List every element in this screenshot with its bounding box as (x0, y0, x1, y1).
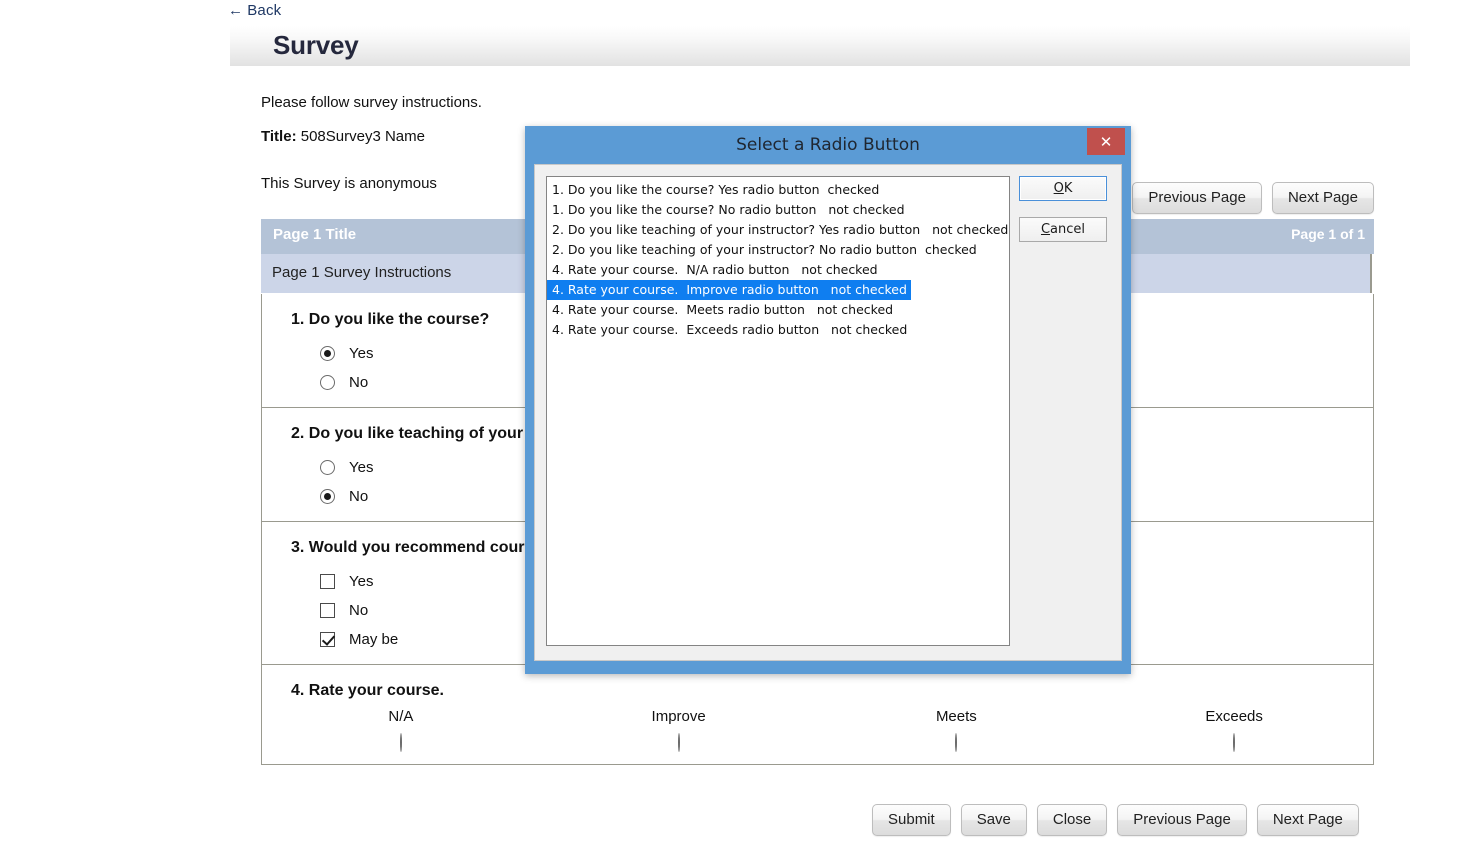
checkbox-icon-q3-yes[interactable] (320, 574, 335, 589)
back-arrow-icon: ← (228, 2, 244, 19)
option-label: No (349, 374, 369, 391)
save-button[interactable]: Save (960, 804, 1027, 836)
radio-icon-q4-na[interactable] (399, 733, 402, 752)
dialog-title: Select a Radio Button (736, 135, 920, 155)
list-item[interactable]: 4. Rate your course. Meets radio button … (547, 300, 1009, 320)
rating-cell[interactable]: N/A (262, 708, 540, 752)
dialog-titlebar[interactable]: Select a Radio Button ✕ (525, 126, 1131, 164)
survey-title-value: 508Survey3 Name (300, 128, 425, 145)
submit-button[interactable]: Submit (872, 804, 951, 836)
previous-page-button-top[interactable]: Previous Page (1132, 182, 1262, 214)
survey-title-row: Title: 508Survey3 Name (261, 128, 425, 145)
survey-title-label: Title: (261, 128, 297, 145)
checkbox-icon-q3-no[interactable] (320, 603, 335, 618)
list-item[interactable]: 2. Do you like teaching of your instruct… (547, 240, 1009, 260)
survey-anonymous-text: This Survey is anonymous (261, 175, 437, 192)
radio-icon-q4-meets[interactable] (955, 733, 958, 752)
radio-icon-q1-yes[interactable] (320, 346, 335, 361)
checkbox-icon-q3-maybe[interactable] (320, 632, 335, 647)
question-block-4: 4. Rate your course. N/A Improve Meets E… (262, 665, 1373, 764)
page-title: Survey (273, 30, 359, 60)
option-label: No (349, 488, 369, 505)
list-item[interactable]: 1. Do you like the course? No radio butt… (547, 200, 1009, 220)
list-item[interactable]: 1. Do you like the course? Yes radio but… (547, 180, 1009, 200)
rating-label: N/A (388, 708, 414, 725)
rating-cell[interactable]: Improve (540, 708, 818, 752)
page-counter-label: Page 1 of 1 (1291, 226, 1365, 242)
list-item[interactable]: 4. Rate your course. Improve radio butto… (547, 280, 911, 300)
radio-icon-q2-yes[interactable] (320, 460, 335, 475)
rating-cell[interactable]: Meets (818, 708, 1096, 752)
cancel-button[interactable]: Cancel (1019, 217, 1107, 242)
list-item[interactable]: 4. Rate your course. N/A radio button no… (547, 260, 1009, 280)
option-label: No (349, 602, 369, 619)
radio-button-listbox[interactable]: 1. Do you like the course? Yes radio but… (546, 176, 1010, 646)
option-label: Yes (349, 573, 374, 590)
footer-buttons: Submit Save Close Previous Page Next Pag… (872, 804, 1359, 836)
option-label: May be (349, 631, 399, 648)
ok-button[interactable]: OK (1019, 176, 1107, 201)
previous-page-button-bottom[interactable]: Previous Page (1117, 804, 1247, 836)
back-link[interactable]: ← Back (228, 2, 281, 19)
question-4-rating-grid: N/A Improve Meets Exceeds (262, 700, 1373, 772)
dialog-action-buttons: OK Cancel (1019, 176, 1107, 258)
back-link-label: Back (247, 2, 282, 19)
next-page-button-top[interactable]: Next Page (1271, 182, 1374, 214)
dialog-body: 1. Do you like the course? Yes radio but… (534, 164, 1122, 661)
page-title-label: Page 1 Title (273, 226, 357, 243)
radio-icon-q4-exceeds[interactable] (1233, 733, 1236, 752)
list-item[interactable]: 2. Do you like teaching of your instruct… (547, 220, 1009, 240)
radio-icon-q1-no[interactable] (320, 375, 335, 390)
close-icon[interactable]: ✕ (1087, 128, 1125, 155)
rating-label: Exceeds (1205, 708, 1263, 725)
close-button[interactable]: Close (1036, 804, 1108, 836)
select-radio-button-dialog: Select a Radio Button ✕ 1. Do you like t… (525, 126, 1131, 674)
radio-icon-q4-improve[interactable] (677, 733, 680, 752)
radio-icon-q2-no[interactable] (320, 489, 335, 504)
rating-label: Meets (935, 708, 977, 725)
survey-instructions-text: Please follow survey instructions. (261, 94, 482, 111)
list-item[interactable]: 4. Rate your course. Exceeds radio butto… (547, 320, 1009, 340)
rating-label: Improve (651, 708, 706, 725)
option-label: Yes (349, 345, 374, 362)
option-label: Yes (349, 459, 374, 476)
rating-cell[interactable]: Exceeds (1095, 708, 1373, 752)
survey-header-bar: Survey (230, 26, 1410, 66)
page-instructions-label: Page 1 Survey Instructions (272, 264, 452, 281)
top-navigation-buttons: Previous Page Next Page (1132, 182, 1374, 214)
next-page-button-bottom[interactable]: Next Page (1256, 804, 1359, 836)
